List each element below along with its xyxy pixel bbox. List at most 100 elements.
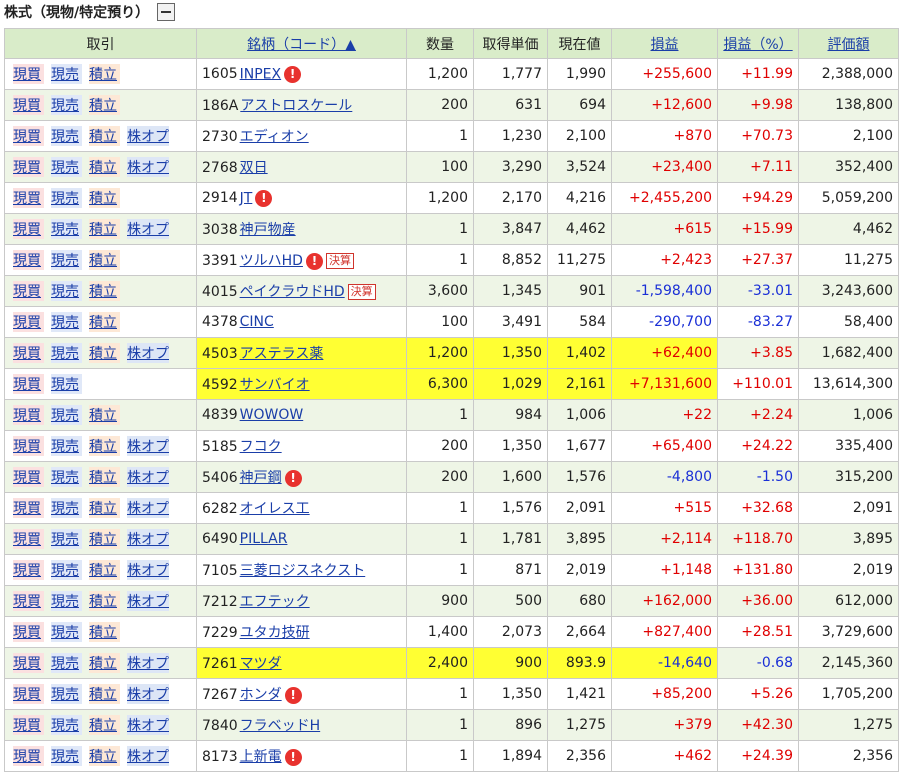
buy-button[interactable]: 現買 — [13, 157, 44, 177]
stock-name-link[interactable]: PILLAR — [240, 531, 288, 547]
stock-name-link[interactable]: エディオン — [240, 129, 309, 145]
sell-button[interactable]: 現売 — [51, 467, 82, 487]
accumulate-button[interactable]: 積立 — [89, 312, 120, 332]
accumulate-button[interactable]: 積立 — [89, 219, 120, 239]
stock-name-link[interactable]: 双日 — [240, 160, 268, 176]
stock-name-link[interactable]: 神戸物産 — [240, 222, 296, 238]
buy-button[interactable]: 現買 — [13, 405, 44, 425]
col-header-plpct[interactable]: 損益（%） — [717, 28, 799, 59]
stock-option-button[interactable]: 株オプ — [127, 560, 169, 580]
stock-option-button[interactable]: 株オプ — [127, 529, 169, 549]
buy-button[interactable]: 現買 — [13, 64, 44, 84]
stock-option-button[interactable]: 株オプ — [127, 467, 169, 487]
buy-button[interactable]: 現買 — [13, 560, 44, 580]
stock-option-button[interactable]: 株オプ — [127, 219, 169, 239]
stock-option-button[interactable]: 株オプ — [127, 498, 169, 518]
alert-icon[interactable]: ! — [305, 252, 323, 270]
accumulate-button[interactable]: 積立 — [89, 343, 120, 363]
col-header-name[interactable]: 銘柄（コード）▲ — [196, 28, 407, 59]
buy-button[interactable]: 現買 — [13, 95, 44, 115]
stock-name-link[interactable]: フラベッドH — [240, 718, 321, 734]
stock-name-link[interactable]: オイレス工 — [240, 501, 310, 517]
sell-button[interactable]: 現売 — [51, 684, 82, 704]
collapse-icon[interactable] — [157, 3, 176, 21]
sell-button[interactable]: 現売 — [51, 64, 82, 84]
accumulate-button[interactable]: 積立 — [89, 684, 120, 704]
stock-name-link[interactable]: 三菱ロジスネクスト — [240, 563, 366, 579]
sell-button[interactable]: 現売 — [51, 498, 82, 518]
buy-button[interactable]: 現買 — [13, 219, 44, 239]
sort-pl-link[interactable]: 損益 — [651, 37, 679, 53]
buy-button[interactable]: 現買 — [13, 467, 44, 487]
sell-button[interactable]: 現売 — [51, 312, 82, 332]
buy-button[interactable]: 現買 — [13, 188, 44, 208]
stock-name-link[interactable]: INPEX — [240, 66, 281, 82]
stock-name-link[interactable]: サンバイオ — [240, 377, 310, 393]
sell-button[interactable]: 現売 — [51, 126, 82, 146]
stock-option-button[interactable]: 株オプ — [127, 684, 169, 704]
col-header-pl[interactable]: 損益 — [611, 28, 718, 59]
accumulate-button[interactable]: 積立 — [89, 529, 120, 549]
accumulate-button[interactable]: 積立 — [89, 746, 120, 766]
sell-button[interactable]: 現売 — [51, 746, 82, 766]
accumulate-button[interactable]: 積立 — [89, 157, 120, 177]
stock-option-button[interactable]: 株オプ — [127, 591, 169, 611]
stock-name-link[interactable]: JT — [240, 190, 253, 206]
sell-button[interactable]: 現売 — [51, 343, 82, 363]
sell-button[interactable]: 現売 — [51, 591, 82, 611]
stock-name-link[interactable]: ペイクラウドHD — [240, 284, 345, 300]
sell-button[interactable]: 現売 — [51, 653, 82, 673]
accumulate-button[interactable]: 積立 — [89, 622, 120, 642]
accumulate-button[interactable]: 積立 — [89, 560, 120, 580]
stock-option-button[interactable]: 株オプ — [127, 157, 169, 177]
stock-option-button[interactable]: 株オプ — [127, 715, 169, 735]
alert-icon[interactable]: ! — [284, 65, 302, 83]
alert-icon[interactable]: ! — [284, 469, 302, 487]
accumulate-button[interactable]: 積立 — [89, 281, 120, 301]
buy-button[interactable]: 現買 — [13, 281, 44, 301]
buy-button[interactable]: 現買 — [13, 126, 44, 146]
buy-button[interactable]: 現買 — [13, 715, 44, 735]
accumulate-button[interactable]: 積立 — [89, 498, 120, 518]
accumulate-button[interactable]: 積立 — [89, 715, 120, 735]
sort-plpct-link[interactable]: 損益（%） — [723, 37, 792, 53]
accumulate-button[interactable]: 積立 — [89, 126, 120, 146]
earnings-badge[interactable]: 決算 — [325, 253, 354, 269]
alert-icon[interactable]: ! — [284, 686, 302, 704]
accumulate-button[interactable]: 積立 — [89, 188, 120, 208]
buy-button[interactable]: 現買 — [13, 498, 44, 518]
alert-icon[interactable]: ! — [255, 189, 273, 207]
buy-button[interactable]: 現買 — [13, 653, 44, 673]
buy-button[interactable]: 現買 — [13, 622, 44, 642]
stock-option-button[interactable]: 株オプ — [127, 746, 169, 766]
accumulate-button[interactable]: 積立 — [89, 591, 120, 611]
sell-button[interactable]: 現売 — [51, 436, 82, 456]
stock-option-button[interactable]: 株オプ — [127, 653, 169, 673]
stock-name-link[interactable]: マツダ — [240, 656, 282, 672]
sell-button[interactable]: 現売 — [51, 622, 82, 642]
accumulate-button[interactable]: 積立 — [89, 64, 120, 84]
sell-button[interactable]: 現売 — [51, 374, 82, 394]
stock-name-link[interactable]: フコク — [240, 439, 282, 455]
stock-name-link[interactable]: WOWOW — [240, 407, 304, 423]
sell-button[interactable]: 現売 — [51, 715, 82, 735]
earnings-badge[interactable]: 決算 — [347, 284, 376, 300]
buy-button[interactable]: 現買 — [13, 312, 44, 332]
sort-value-link[interactable]: 評価額 — [828, 37, 870, 53]
stock-name-link[interactable]: アステラス薬 — [240, 346, 324, 362]
sell-button[interactable]: 現売 — [51, 95, 82, 115]
buy-button[interactable]: 現買 — [13, 436, 44, 456]
sell-button[interactable]: 現売 — [51, 157, 82, 177]
sell-button[interactable]: 現売 — [51, 560, 82, 580]
sell-button[interactable]: 現売 — [51, 281, 82, 301]
sell-button[interactable]: 現売 — [51, 405, 82, 425]
col-header-value[interactable]: 評価額 — [798, 28, 899, 59]
sell-button[interactable]: 現売 — [51, 188, 82, 208]
stock-option-button[interactable]: 株オプ — [127, 126, 169, 146]
stock-name-link[interactable]: アストロスケール — [240, 98, 352, 114]
buy-button[interactable]: 現買 — [13, 250, 44, 270]
stock-name-link[interactable]: ホンダ — [240, 687, 282, 703]
stock-name-link[interactable]: 神戸鋼 — [240, 470, 282, 486]
stock-name-link[interactable]: CINC — [240, 314, 274, 330]
stock-name-link[interactable]: 上新電 — [240, 749, 282, 765]
